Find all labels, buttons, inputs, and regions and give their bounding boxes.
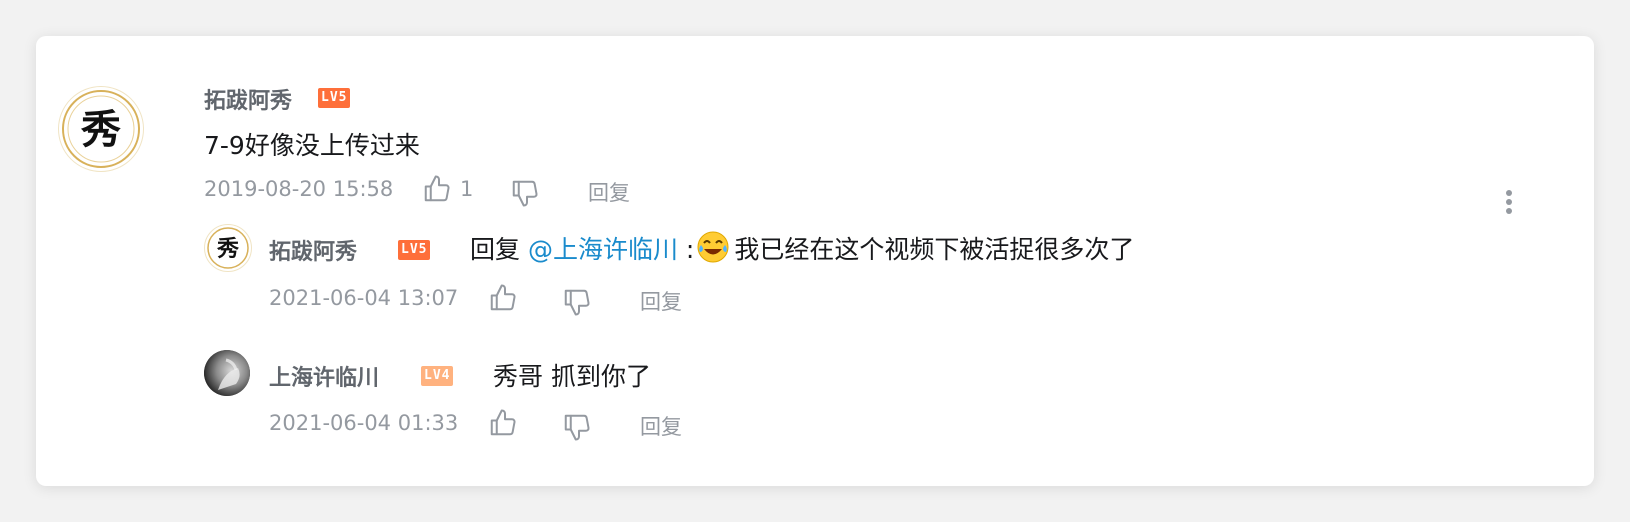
comment-text: 7-9好像没上传过来	[204, 131, 420, 160]
reply-username[interactable]: 上海许临川	[269, 360, 379, 392]
laughing-tears-emoji	[696, 230, 730, 264]
thumbs-up-icon	[490, 409, 516, 436]
mention-link[interactable]: @上海许临川	[528, 235, 678, 264]
like-button[interactable]	[488, 408, 518, 438]
reply-avatar[interactable]	[204, 350, 250, 396]
thumbs-down-icon	[564, 289, 590, 316]
reply-avatar[interactable]: 秀	[204, 224, 252, 272]
comment-username[interactable]: 拓跋阿秀	[204, 83, 292, 115]
svg-text:秀: 秀	[216, 236, 239, 262]
comment-time: 2019-08-20 15:58	[204, 177, 394, 201]
level-badge: LV4	[421, 366, 454, 386]
comment-card: 秀 拓跋阿秀 LV5 7-9好像没上传过来 2019-08-20 15:58 1…	[36, 36, 1594, 486]
thumbs-up-icon	[490, 284, 516, 311]
reply-button[interactable]: 回复	[640, 286, 682, 316]
reply-button[interactable]: 回复	[588, 177, 630, 207]
more-menu-button[interactable]	[1496, 188, 1522, 222]
like-button[interactable]	[488, 283, 518, 313]
level-badge: LV5	[318, 88, 351, 108]
like-button[interactable]	[422, 174, 452, 204]
reply-button[interactable]: 回复	[640, 411, 682, 441]
reply-body: 我已经在这个视频下被活捉很多次了	[734, 235, 1135, 264]
thumbs-down-icon	[512, 180, 538, 207]
reply-text: 回复 @上海许临川 : 我已经在这个视频下被活捉很多次了	[470, 230, 1134, 266]
reply-time: 2021-06-04 13:07	[269, 286, 459, 310]
user-avatar[interactable]: 秀	[58, 86, 144, 172]
reply-separator: :	[677, 235, 695, 264]
thumbs-down-icon	[564, 414, 590, 441]
thumbs-up-icon	[424, 175, 450, 202]
reply-time: 2021-06-04 01:33	[269, 411, 459, 435]
reply-username[interactable]: 拓跋阿秀	[269, 234, 357, 266]
dislike-button[interactable]	[510, 178, 540, 208]
reply-text: 秀哥 抓到你了	[493, 362, 651, 391]
dislike-button[interactable]	[562, 412, 592, 442]
dislike-button[interactable]	[562, 287, 592, 317]
svg-text:秀: 秀	[80, 106, 121, 153]
like-count: 1	[460, 177, 474, 201]
level-badge: LV5	[398, 240, 431, 260]
reply-prefix: 回复	[470, 235, 528, 264]
